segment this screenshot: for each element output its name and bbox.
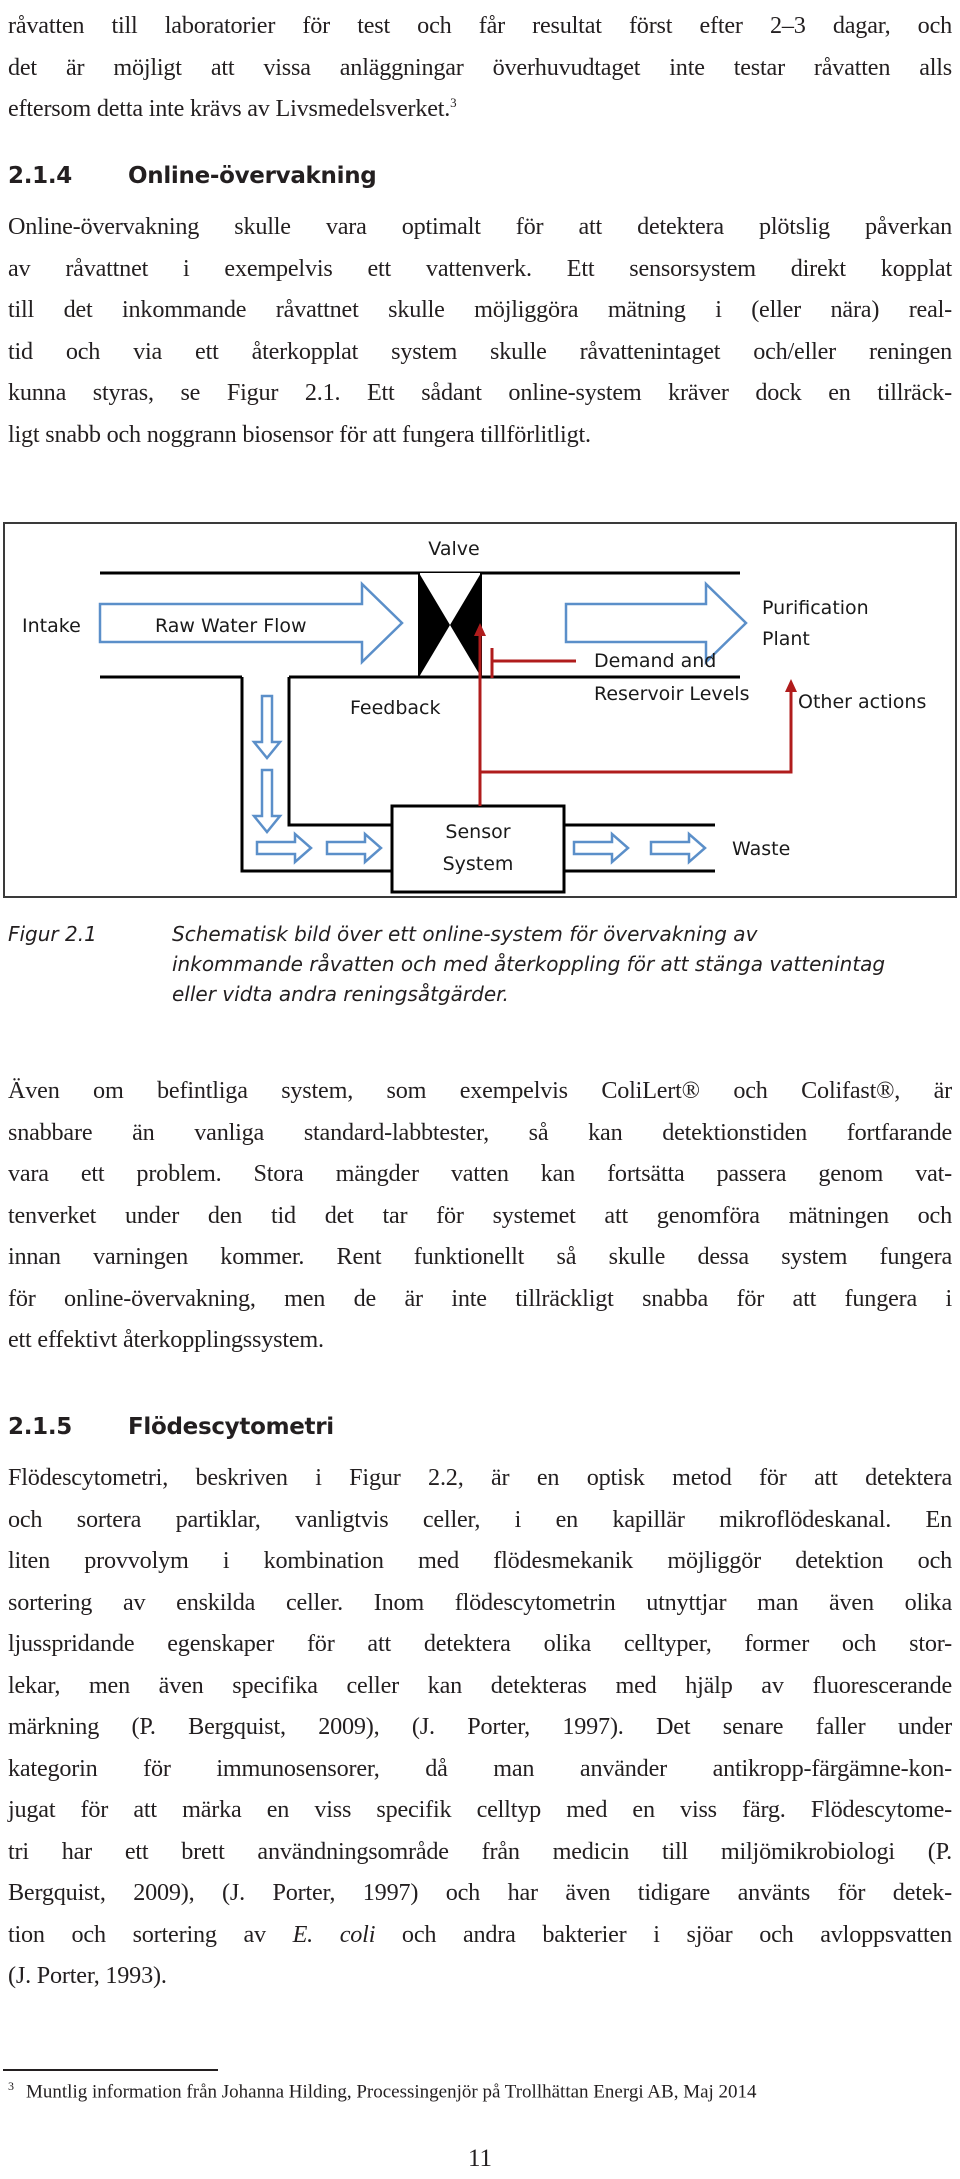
text-line: märkning (P. Bergquist, 2009), (J. Porte… [8, 1713, 952, 1740]
label-purification: Purification [762, 597, 869, 619]
waste-flow-arrow-2 [649, 831, 707, 865]
footnote: 3 Muntlig information från Johanna Hildin… [8, 2079, 757, 2103]
text-line: Även om befintliga system, som exempelvi… [8, 1077, 952, 1104]
text-line: sortering av enskilda celler. Inom flöde… [8, 1588, 952, 1616]
drain-flow-arrow-2 [251, 768, 283, 834]
text-line: ett effektivt återkopplingssystem. [8, 1326, 324, 1353]
label-intake: Intake [22, 615, 81, 637]
section-2-1-5-paragraph: Flödescytometri, beskriven i Figur 2.2, … [8, 1457, 952, 1997]
footnote-reference[interactable]: 3 [450, 95, 457, 110]
text-line: tion och sortering av E. coli och andra … [8, 1914, 952, 1956]
text-line: Flödescytometri, beskriven i Figur 2.2, … [8, 1464, 952, 1491]
section-2-1-4-paragraph: Online-övervakning skulle vara optimalt … [8, 206, 952, 455]
figure-online-monitoring-diagram: Valve Intake Raw Water Flow Purification… [3, 522, 957, 898]
text-line: (J. Porter, 1993). [8, 1962, 167, 1989]
section-heading-2-1-4: 2.1.4 Online-övervakning [8, 163, 377, 189]
text-line: och sortera partiklar, vanligtvis celler… [8, 1505, 952, 1533]
label-plant: Plant [762, 628, 810, 650]
caption-figure-number: Figur 2.1 [8, 922, 97, 946]
page-number: 11 [467, 2145, 493, 2172]
text-line: ljusspridande egenskaper för att detekte… [8, 1630, 952, 1657]
section-title: Online-övervakning [128, 163, 377, 189]
footnote-divider [3, 2069, 218, 2071]
section-heading-2-1-5: 2.1.5 Flödescytometri [8, 1414, 334, 1440]
valve-icon [418, 573, 482, 677]
sensor-inflow-arrow-2 [325, 831, 383, 865]
paragraph-after-figure: Även om befintliga system, som exempelvi… [8, 1070, 952, 1361]
text-line: råvatten till laboratorier för test och … [8, 12, 952, 39]
text-line: Online-övervakning skulle vara optimalt … [8, 213, 952, 240]
section-number: 2.1.4 [8, 163, 72, 189]
label-system: System [443, 853, 514, 875]
waste-flow-arrow-1 [572, 831, 630, 865]
label-demand: Demand and [594, 650, 716, 672]
diagram-canvas: Valve Intake Raw Water Flow Purification… [22, 538, 926, 894]
species-name-italic: E. coli [292, 1920, 376, 1948]
text-line: kategorin för immunosensorer, då man anv… [8, 1754, 952, 1782]
text-line: Bergquist, 2009), (J. Porter, 1997) och … [8, 1879, 952, 1906]
text-line: snabbare än vanliga standard-labbtester,… [8, 1118, 952, 1146]
section-number: 2.1.5 [8, 1414, 72, 1440]
text-line-content: eftersom detta inte krävs av Livsmedelsv… [8, 95, 451, 122]
label-other-actions: Other actions [798, 691, 926, 713]
text-segment: och andra bakterier i sjöar och avloppsv… [375, 1920, 952, 1948]
sensor-inflow-arrow-1 [255, 831, 313, 865]
text-line: det är möjligt att vissa anläggningar öv… [8, 53, 952, 81]
text-line: vara ett problem. Stora mängder vatten k… [8, 1160, 952, 1187]
footnote-text: Muntlig information från Johanna Hilding… [26, 2081, 757, 2103]
drain-flow-arrow-1 [251, 694, 283, 760]
text-line: för online-övervakning, men de är inte t… [8, 1284, 952, 1312]
caption-text: Schematisk bild över ett online-system f… [172, 922, 886, 1006]
footnote-mark: 3 [8, 2079, 14, 2093]
text-line: lekar, men även specifika celler kan det… [8, 1671, 952, 1699]
text-line: till det inkommande råvattnet skulle möj… [8, 296, 952, 323]
sensor-system-box [390, 804, 566, 894]
label-feedback: Feedback [350, 697, 440, 719]
text-line: kunna styras, se Figur 2.1. Ett sådant o… [8, 379, 952, 406]
text-line: tri har ett brett användningsområde från… [8, 1837, 952, 1865]
label-sensor: Sensor [445, 821, 510, 843]
text-line: eftersom detta inte krävs av Livsmedelsv… [8, 88, 952, 130]
section-title: Flödescytometri [128, 1414, 334, 1440]
label-raw-water-flow: Raw Water Flow [155, 615, 307, 637]
label-waste: Waste [732, 838, 790, 860]
text-line: tid och via ett återkopplat system skull… [8, 337, 952, 365]
label-reservoir-levels: Reservoir Levels [594, 683, 750, 705]
label-valve: Valve [428, 538, 479, 560]
text-line: jugat för att märka en viss specifik cel… [8, 1796, 952, 1823]
text-line: tenverket under den tid det tar för syst… [8, 1201, 952, 1229]
text-line: ligt snabb och noggrann biosensor för at… [8, 420, 591, 448]
arrowhead-other-actions [785, 679, 797, 692]
intro-paragraph: råvatten till laboratorier för test och … [8, 5, 952, 130]
text-line: innan varningen kommer. Rent funktionell… [8, 1243, 952, 1270]
text-line: av råvattnet i exempelvis ett vattenverk… [8, 254, 952, 282]
text-segment: tion och sortering av [8, 1920, 293, 1948]
text-line: liten provvolym i kombination med flödes… [8, 1547, 952, 1574]
